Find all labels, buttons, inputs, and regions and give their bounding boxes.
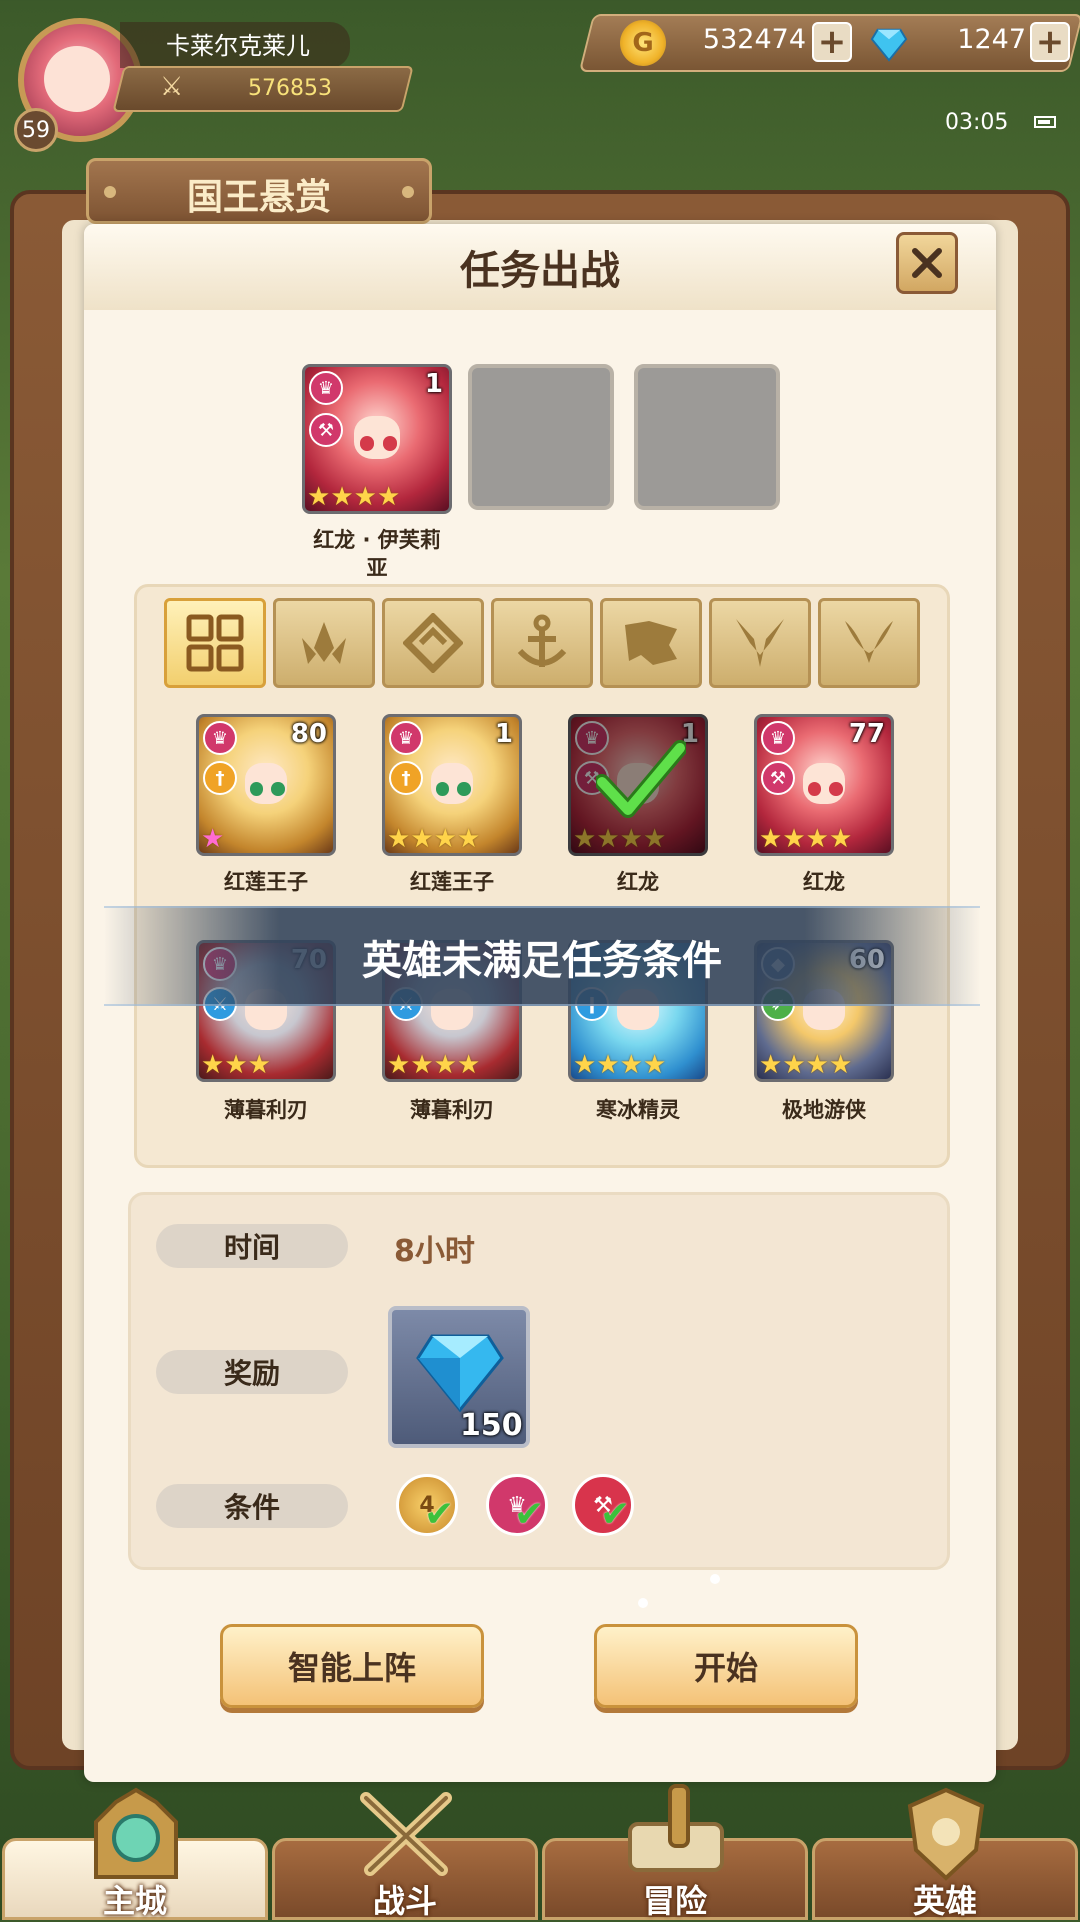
filter-tab-forest[interactable]	[273, 598, 375, 688]
hero-stars: ★ ★ ★ ★	[573, 1050, 667, 1080]
faction-icon: ♛	[389, 721, 423, 755]
dialog-title: 任务出战	[460, 248, 620, 294]
crossed-swords-icon	[360, 1792, 452, 1876]
hero-name: 红龙	[617, 870, 659, 894]
board-title: 国王悬赏	[186, 177, 331, 218]
nav-label: 战斗	[372, 1882, 437, 1920]
axe-class-icon: ⚒	[309, 413, 343, 447]
close-icon	[912, 248, 942, 278]
checkmark-icon	[596, 740, 686, 818]
faction-icon: ♛	[203, 721, 237, 755]
hero-number: 80	[290, 719, 327, 749]
hero-stars: ★ ★ ★ ★	[573, 824, 667, 854]
gold-amount: 532474	[702, 24, 806, 55]
filter-tab-all[interactable]	[164, 598, 266, 688]
time-value: 8小时	[394, 1234, 475, 1269]
filter-tab-demon[interactable]	[709, 598, 811, 688]
hero-name: 红龙	[803, 870, 845, 894]
hero-number: 1	[424, 369, 443, 399]
clock: 03:05	[945, 110, 1009, 135]
reward-label: 奖励	[156, 1350, 348, 1394]
check-icon: ✔	[424, 1494, 455, 1535]
hero-card[interactable]: ♛ ⚒ 77 ★ ★ ★ ★	[754, 714, 894, 856]
avatar-face	[44, 46, 110, 112]
hero-eye	[359, 436, 375, 451]
hero-number: 77	[848, 719, 885, 749]
selected-slot-1[interactable]: ♛ ⚒ 1 ★ ★ ★ ★	[302, 364, 452, 514]
close-button[interactable]	[896, 232, 958, 294]
add-gems-button[interactable]: +	[1030, 22, 1070, 62]
hero-name: 红莲王子	[224, 870, 308, 894]
faction-icon: ♛	[761, 721, 795, 755]
filter-tab-horn[interactable]	[818, 598, 920, 688]
hero-name: 红莲王子	[410, 870, 494, 894]
hero-name: 寒冰精灵	[596, 1098, 680, 1122]
check-icon: ✔	[514, 1494, 545, 1535]
nav-label: 冒险	[642, 1882, 707, 1920]
condition-label: 条件	[156, 1484, 348, 1528]
filter-tab-diamond[interactable]	[382, 598, 484, 688]
player-name: 卡莱尔克莱儿	[166, 32, 310, 60]
selected-hero-name: 红龙 · 伊芙莉 亚	[313, 528, 441, 580]
grid-icon	[186, 614, 244, 672]
hero-number: 1	[494, 719, 513, 749]
hero-stars: ★ ★ ★ ★	[387, 824, 481, 854]
hero-name: 极地游侠	[782, 1098, 866, 1122]
scroll-map-icon	[628, 1784, 724, 1872]
empty-slot-3[interactable]	[634, 364, 780, 510]
nav-label: 英雄	[912, 1882, 977, 1920]
sword-class-icon: †	[203, 761, 237, 795]
page-dot	[710, 1574, 720, 1584]
hero-name: 薄暮利刃	[224, 1098, 308, 1122]
add-gold-button[interactable]: +	[812, 22, 852, 62]
gem-icon	[416, 1334, 504, 1413]
rainbow-star-icon: ★	[201, 824, 225, 854]
filter-tab-anchor[interactable]	[491, 598, 593, 688]
empty-slot-2[interactable]	[468, 364, 614, 510]
hero-stars: ★ ★ ★ ★	[759, 824, 853, 854]
time-label: 时间	[156, 1224, 348, 1268]
hero-card[interactable]: ♛ † 1 ★ ★ ★ ★	[382, 714, 522, 856]
castle-icon	[94, 1787, 178, 1879]
hero-stars: ★ ★ ★ ★	[387, 1050, 481, 1080]
hero-stars: ★ ★ ★ ★	[759, 1050, 853, 1080]
hero-stars: ★ ★ ★	[201, 1050, 271, 1080]
demon-icon	[736, 619, 784, 667]
hero-crest-icon	[907, 1787, 985, 1881]
page-dot	[638, 1598, 648, 1608]
hero-eye	[382, 436, 398, 451]
toast-message: 英雄未满足任务条件	[362, 938, 722, 984]
faction-icon: ♛	[309, 371, 343, 405]
anchor-icon	[517, 614, 567, 667]
auto-deploy-button[interactable]: 智能上阵	[220, 1624, 484, 1708]
hero-stars: ★ ★ ★ ★	[307, 482, 401, 512]
player-power: 576853	[248, 76, 332, 101]
beast-icon	[625, 621, 677, 665]
nav-label: 主城	[102, 1882, 167, 1920]
axe-class-icon: ⚒	[761, 761, 795, 795]
start-button[interactable]: 开始	[594, 1624, 858, 1708]
hero-card[interactable]: ♛ † 80 ★	[196, 714, 336, 856]
gem-amount: 1247	[957, 24, 1026, 55]
horn-icon	[845, 621, 893, 663]
hero-name: 薄暮利刃	[410, 1098, 494, 1122]
crossed-swords-icon: ⚔	[160, 72, 184, 102]
forest-icon	[302, 622, 346, 664]
reward-count: 150	[460, 1408, 523, 1443]
battery-icon	[1034, 116, 1056, 128]
check-icon: ✔	[600, 1494, 631, 1535]
sword-class-icon: †	[389, 761, 423, 795]
player-level: 59	[14, 108, 58, 152]
filter-tab-beast[interactable]	[600, 598, 702, 688]
diamond-icon	[403, 613, 463, 673]
